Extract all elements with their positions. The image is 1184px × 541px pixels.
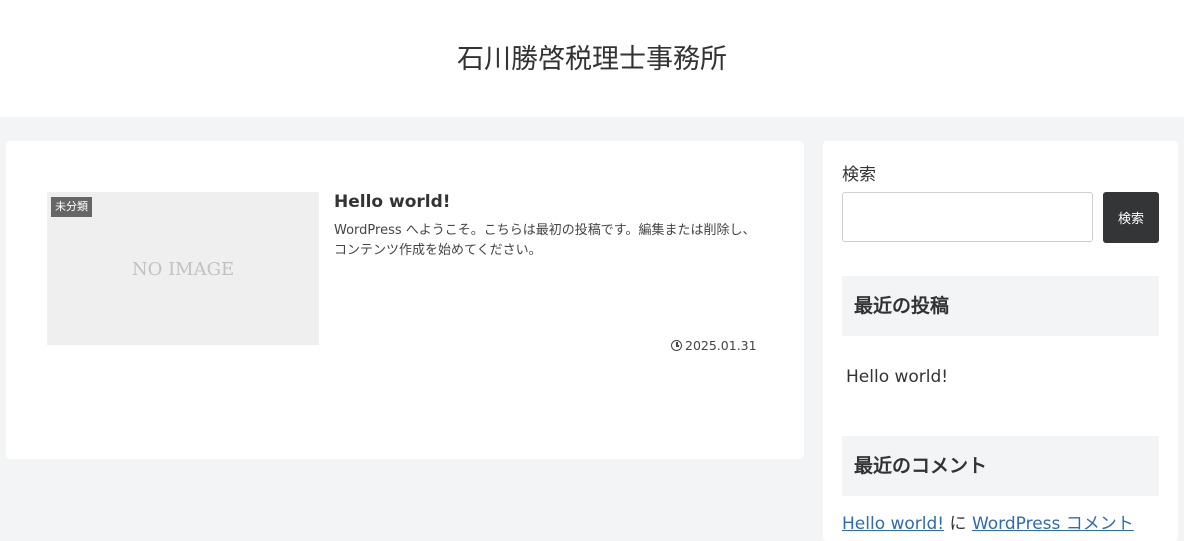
recent-comment-item: Hello world! に WordPress コメント — [842, 512, 1172, 536]
post-thumbnail[interactable]: NO IMAGE 未分類 — [47, 192, 319, 345]
post-list-card: NO IMAGE 未分類 Hello world! WordPress へようこ… — [6, 141, 804, 459]
category-badge[interactable]: 未分類 — [51, 197, 92, 217]
comment-connector: に — [944, 514, 972, 534]
site-title[interactable]: 石川勝啓税理士事務所 — [0, 40, 1184, 80]
comment-author-link[interactable]: WordPress コメント — [972, 514, 1134, 534]
no-image-placeholder: NO IMAGE — [131, 259, 235, 280]
site-header: 石川勝啓税理士事務所 — [0, 0, 1184, 117]
post-date: 2025.01.31 — [671, 337, 766, 355]
search-label: 検索 — [842, 165, 876, 185]
clock-icon — [671, 340, 682, 351]
recent-comments-heading: 最近のコメント — [842, 436, 1159, 496]
recent-post-link[interactable]: Hello world! — [846, 365, 948, 389]
search-input[interactable] — [842, 192, 1093, 242]
post-excerpt: WordPress へようこそ。こちらは最初の投稿です。編集または削除し、コンテ… — [334, 223, 756, 258]
search-button[interactable]: 検索 — [1103, 192, 1159, 243]
post-title-link[interactable]: Hello world! — [334, 190, 451, 214]
recent-posts-heading: 最近の投稿 — [842, 276, 1159, 336]
post-date-text: 2025.01.31 — [685, 338, 757, 353]
sidebar: 検索 検索 最近の投稿 Hello world! 最近のコメント Hello w… — [823, 141, 1178, 541]
comment-post-link[interactable]: Hello world! — [842, 514, 944, 534]
